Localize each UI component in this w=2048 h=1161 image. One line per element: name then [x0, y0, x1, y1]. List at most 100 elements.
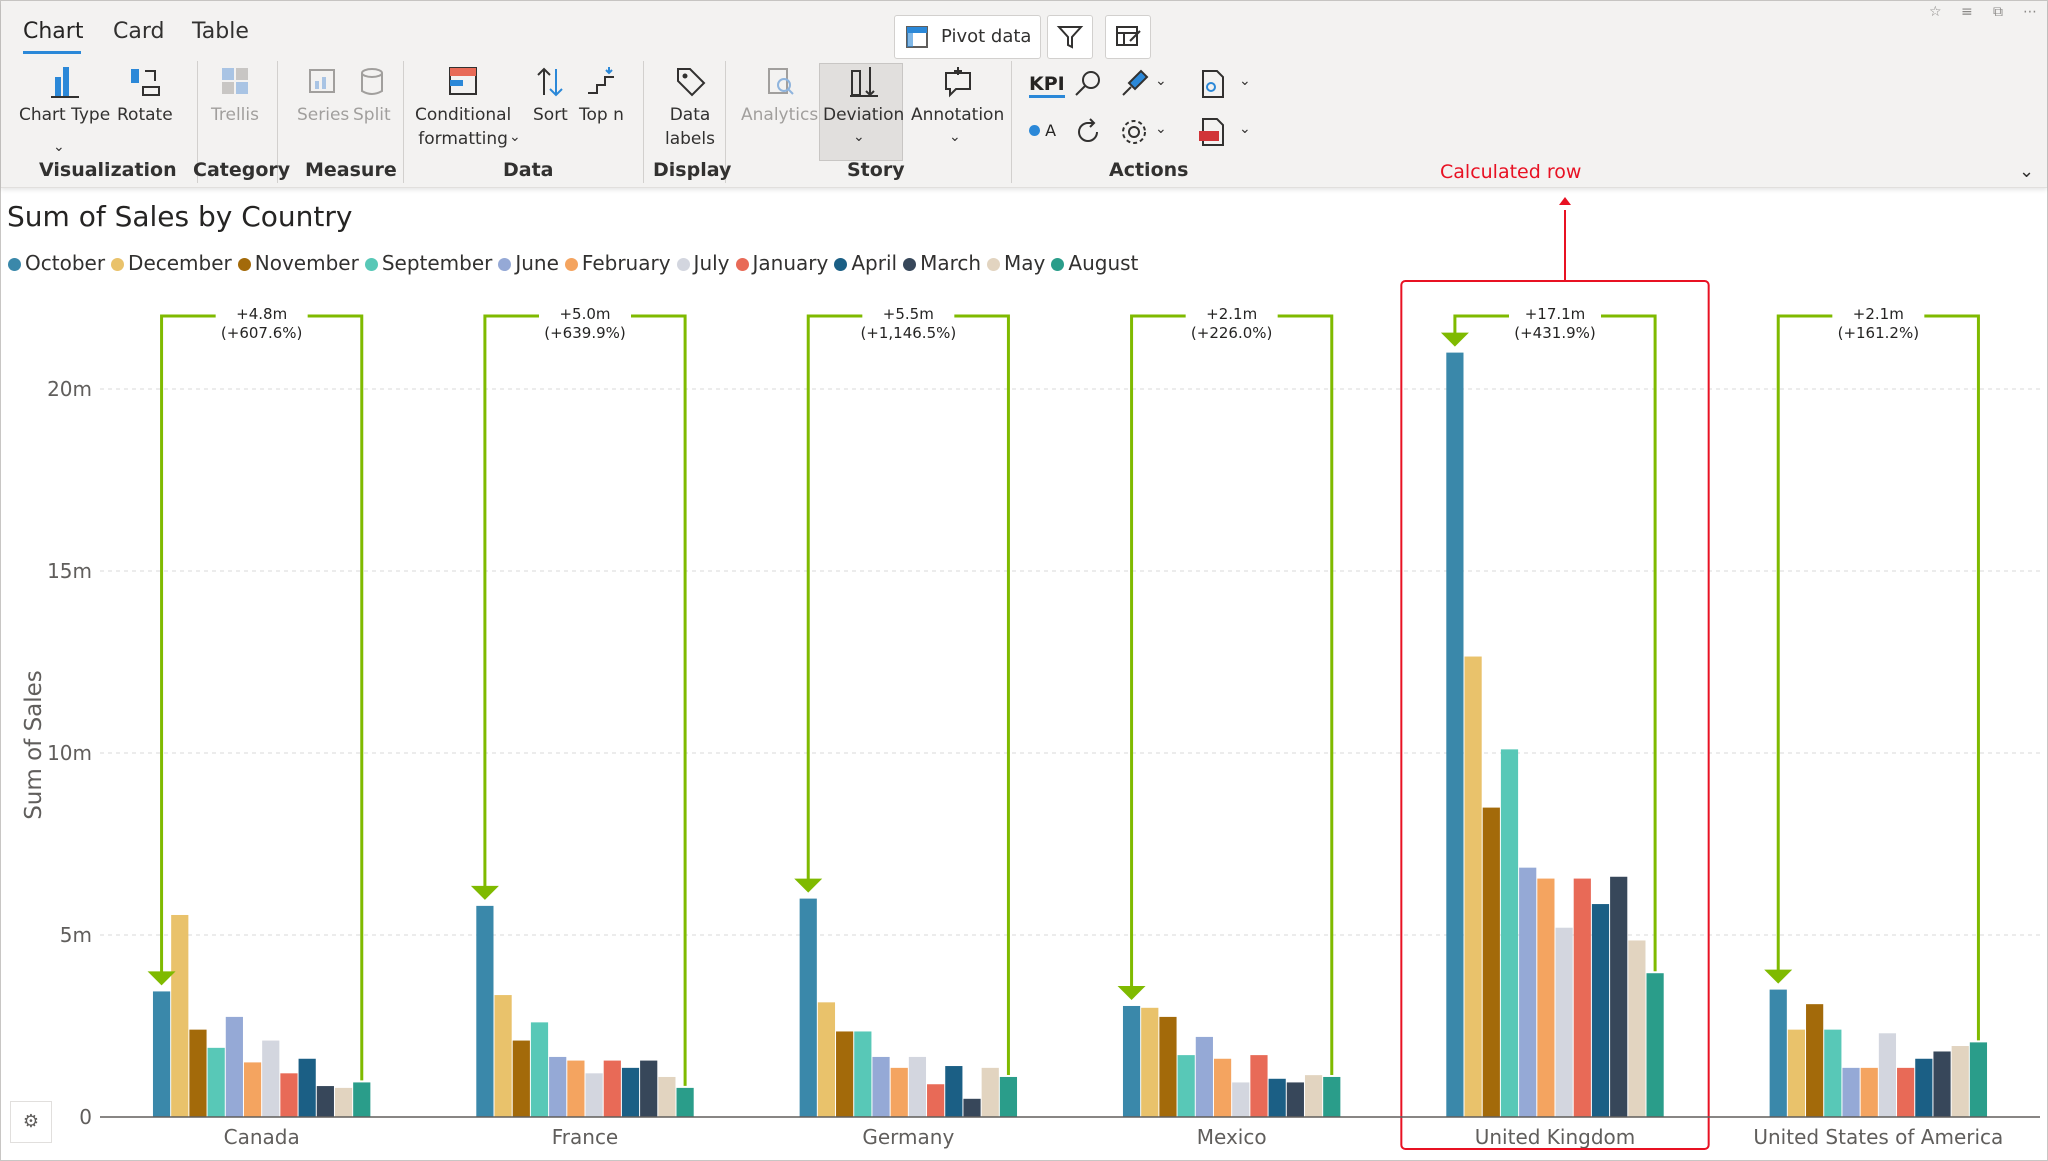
y-tick-label: 0	[79, 1105, 92, 1129]
deviation-arrowhead	[1440, 332, 1469, 347]
bar	[1286, 1082, 1304, 1117]
deviation-bracket	[806, 314, 1010, 1075]
bar	[476, 905, 494, 1117]
deviation-delta-label: +2.1m	[1853, 305, 1904, 323]
bar	[908, 1056, 927, 1117]
bar	[298, 1058, 316, 1117]
y-axis-label: Sum of Sales	[21, 670, 47, 820]
bar	[999, 1076, 1018, 1117]
bar	[658, 1076, 676, 1117]
bar	[1591, 904, 1610, 1117]
bar	[567, 1060, 585, 1117]
y-tick-label: 20m	[47, 377, 92, 401]
bar	[1915, 1058, 1933, 1117]
bar	[1878, 1033, 1897, 1117]
chart-settings-icon[interactable]: ⚙	[10, 1101, 52, 1143]
bar	[1769, 989, 1787, 1117]
y-tick-label: 10m	[47, 741, 92, 765]
x-tick-label: France	[552, 1125, 619, 1149]
bar	[1824, 1029, 1842, 1117]
bar	[1482, 807, 1500, 1117]
bar	[963, 1098, 981, 1117]
chart-area: 0 5m 10m 15m 20m Sum of Sales Canada +4.8m(+607…	[21, 197, 2040, 1150]
bar	[1951, 1046, 1969, 1117]
deviation-arrowhead	[1117, 985, 1146, 1000]
bar	[189, 1029, 207, 1117]
deviation-pct-label: (+1,146.5%)	[860, 324, 956, 342]
bar	[1787, 1029, 1806, 1117]
deviation-bracket	[1776, 314, 1980, 1041]
bar	[945, 1066, 963, 1117]
bar	[280, 1073, 298, 1117]
bar	[334, 1087, 353, 1117]
bar	[1806, 1004, 1824, 1117]
bar	[316, 1086, 334, 1117]
deviation-pct-label: (+639.9%)	[544, 324, 625, 342]
deviation-bracket	[1130, 314, 1334, 1075]
bar	[1304, 1075, 1323, 1117]
bar	[1646, 973, 1664, 1117]
bar	[1500, 749, 1519, 1117]
bar	[152, 991, 171, 1117]
bar	[353, 1082, 371, 1117]
bar	[1464, 656, 1482, 1117]
bar	[1195, 1036, 1213, 1117]
x-tick-label: Canada	[224, 1125, 300, 1149]
deviation-pct-label: (+161.2%)	[1838, 324, 1919, 342]
bar	[207, 1047, 225, 1117]
bar	[640, 1060, 658, 1117]
bar	[1232, 1082, 1250, 1117]
bar	[1446, 352, 1464, 1118]
deviation-pct-label: (+607.6%)	[221, 324, 302, 342]
bar	[494, 995, 512, 1117]
bar	[1213, 1058, 1232, 1117]
bar	[1897, 1067, 1915, 1117]
bar	[603, 1060, 621, 1117]
x-tick-label: United Kingdom	[1475, 1125, 1636, 1149]
bar	[1141, 1007, 1159, 1117]
deviation-arrowhead	[794, 878, 823, 893]
bar	[1323, 1076, 1341, 1117]
bar	[1122, 1005, 1141, 1117]
bar	[262, 1040, 280, 1117]
x-tick-label: Mexico	[1197, 1125, 1267, 1149]
deviation-bracket	[160, 314, 364, 1081]
bar	[927, 1084, 945, 1117]
bar	[817, 1002, 836, 1117]
bar	[1628, 940, 1646, 1117]
bar	[243, 1062, 262, 1117]
bar	[836, 1031, 854, 1117]
bar	[1610, 876, 1628, 1117]
deviation-arrowhead	[470, 885, 499, 900]
x-tick-label: Germany	[862, 1125, 954, 1149]
bar	[1519, 867, 1537, 1117]
bar	[799, 898, 817, 1117]
bar	[854, 1031, 872, 1117]
bar	[1177, 1055, 1195, 1117]
bar	[1969, 1042, 1988, 1117]
bar	[585, 1073, 603, 1117]
bar	[890, 1067, 908, 1117]
bar	[1250, 1055, 1268, 1117]
bar	[676, 1087, 694, 1117]
deviation-pct-label: (+226.0%)	[1191, 324, 1272, 342]
bar	[512, 1040, 530, 1117]
y-tick-label: 5m	[60, 923, 92, 947]
y-tick-label: 15m	[47, 559, 92, 583]
calculated-row-arrowhead	[1559, 197, 1571, 205]
deviation-delta-label: +5.5m	[883, 305, 934, 323]
bar	[872, 1056, 890, 1117]
deviation-bracket	[483, 314, 687, 1086]
deviation-arrowhead	[1764, 969, 1793, 984]
bar	[1555, 927, 1573, 1117]
bar	[549, 1056, 567, 1117]
bar	[530, 1022, 549, 1117]
bar	[1537, 878, 1555, 1117]
bar	[171, 914, 189, 1117]
bar	[1860, 1067, 1878, 1117]
bar	[981, 1067, 999, 1117]
bar	[1842, 1067, 1860, 1117]
x-tick-label: United States of America	[1753, 1125, 2003, 1149]
deviation-pct-label: (+431.9%)	[1514, 324, 1595, 342]
deviation-delta-label: +17.1m	[1525, 305, 1586, 323]
